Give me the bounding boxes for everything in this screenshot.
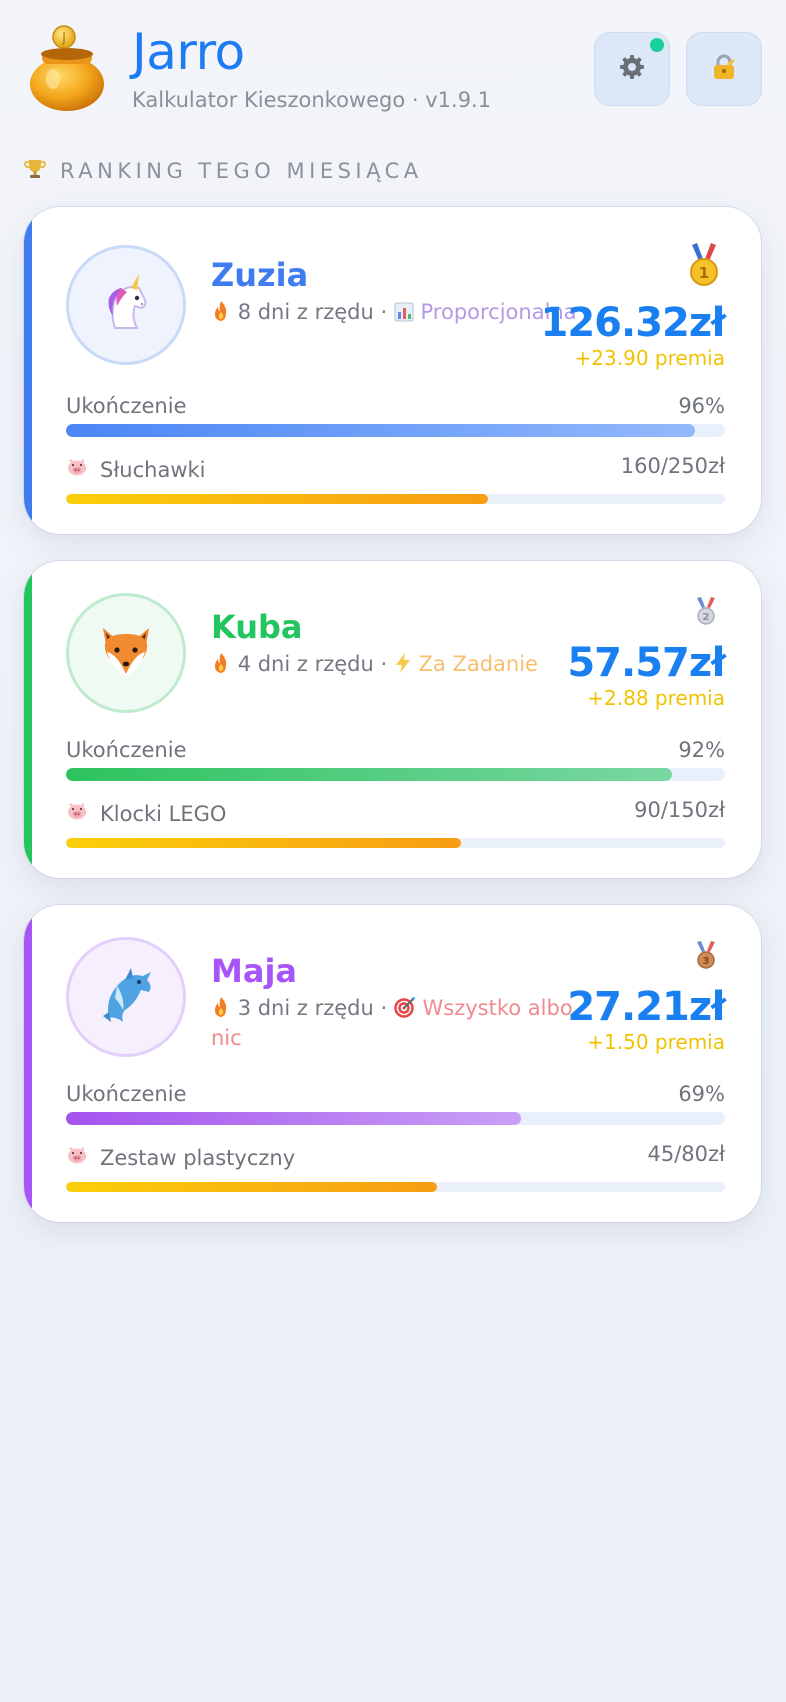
fire-icon [211, 300, 238, 324]
card-accent-bar [24, 207, 32, 534]
notification-dot [650, 38, 664, 52]
allowance-amount: 57.57zł [567, 640, 726, 686]
completion-percent: 96% [678, 394, 725, 418]
mode-label: Za Zadanie [418, 652, 538, 676]
piggy-bank-icon [66, 1145, 88, 1170]
honey-pot-logo-icon: J [26, 24, 108, 112]
app-header: J Jarro Kalkulator Kieszonkowego · v1.9.… [0, 0, 786, 130]
avatar [66, 937, 186, 1057]
fire-icon [211, 996, 238, 1020]
card-accent-bar [24, 561, 32, 878]
app-title: Jarro [132, 23, 245, 81]
avatar [66, 245, 186, 365]
dolphin-icon [95, 964, 157, 1030]
streak-text: 4 dni z rzędu · [237, 652, 388, 676]
svg-text:3: 3 [703, 956, 710, 967]
goal-progress-fill [66, 838, 462, 848]
completion-label: Ukończenie [66, 1082, 187, 1106]
streak-text: 8 dni z rzędu · [237, 300, 388, 324]
goal-amount: 160/250zł [620, 454, 725, 478]
piggy-bank-icon [66, 457, 88, 482]
goal-progress-bar [66, 494, 725, 504]
unicorn-icon [95, 272, 157, 338]
lock-button[interactable] [686, 32, 762, 106]
card-accent-bar [24, 905, 32, 1222]
piggy-bank-icon [66, 801, 88, 826]
svg-text:1: 1 [699, 264, 709, 282]
avatar [66, 593, 186, 713]
allowance-amount: 27.21zł [567, 984, 726, 1030]
savings-goal: Słuchawki [66, 457, 206, 482]
completion-progress-fill [66, 424, 696, 437]
ranking-section-title: RANKING TEGO MIESIĄCA [24, 154, 423, 188]
kid-name: Kuba [211, 608, 303, 646]
bonus-amount: +1.50 premia [587, 1030, 725, 1054]
kid-meta: 8 dni z rzędu · Proporcjonalna [211, 297, 591, 327]
goal-amount: 90/150zł [634, 798, 725, 822]
bonus-amount: +23.90 premia [574, 346, 725, 370]
kid-meta: 4 dni z rzędu · Za Zadanie [211, 649, 591, 679]
kid-meta: 3 dni z rzędu · Wszystko albo nic [211, 993, 591, 1053]
target-icon [394, 996, 423, 1020]
bonus-amount: +2.88 premia [587, 686, 725, 710]
gear-icon [619, 54, 645, 84]
completion-label: Ukończenie [66, 738, 187, 762]
trophy-icon [24, 158, 46, 185]
goal-progress-fill [66, 1182, 437, 1192]
allowance-amount: 126.32zł [540, 300, 726, 346]
kid-card-kuba[interactable]: Kuba 4 dni z rzędu · Za Zadanie 2 57.57z… [24, 561, 761, 878]
app-subtitle: Kalkulator Kieszonkowego · v1.9.1 [132, 88, 492, 112]
goal-name: Zestaw plastyczny [100, 1145, 296, 1170]
streak-text: 3 dni z rzędu · [237, 996, 388, 1020]
completion-label: Ukończenie [66, 394, 187, 418]
chart-icon [394, 300, 421, 324]
completion-progress-bar [66, 1112, 725, 1125]
silver-medal-icon: 2 [695, 597, 717, 629]
lock-icon [710, 53, 738, 85]
bronze-medal-icon: 3 [695, 941, 717, 973]
completion-progress-fill [66, 768, 673, 781]
goal-progress-bar [66, 1182, 725, 1192]
kid-card-zuzia[interactable]: Zuzia 8 dni z rzędu · Proporcjonalna 1 1… [24, 207, 761, 534]
settings-button[interactable] [594, 32, 670, 106]
svg-text:J: J [61, 31, 66, 46]
fire-icon [211, 652, 238, 676]
savings-goal: Zestaw plastyczny [66, 1145, 295, 1170]
savings-goal: Klocki LEGO [66, 801, 226, 826]
fox-icon [95, 620, 157, 686]
goal-name: Słuchawki [100, 457, 206, 482]
completion-progress-bar [66, 768, 725, 781]
completion-percent: 69% [678, 1082, 725, 1106]
section-title-text: RANKING TEGO MIESIĄCA [60, 159, 423, 183]
lightning-icon [394, 652, 419, 676]
goal-progress-fill [66, 494, 488, 504]
completion-progress-bar [66, 424, 725, 437]
completion-progress-fill [66, 1112, 521, 1125]
kid-name: Zuzia [211, 256, 309, 294]
svg-text:2: 2 [703, 612, 710, 623]
completion-percent: 92% [678, 738, 725, 762]
goal-amount: 45/80zł [647, 1142, 725, 1166]
kid-name: Maja [211, 952, 297, 990]
goal-name: Klocki LEGO [100, 801, 227, 826]
goal-progress-bar [66, 838, 725, 848]
gold-medal-icon: 1 [689, 243, 719, 291]
kid-card-maja[interactable]: Maja 3 dni z rzędu · Wszystko albo nic 3… [24, 905, 761, 1222]
